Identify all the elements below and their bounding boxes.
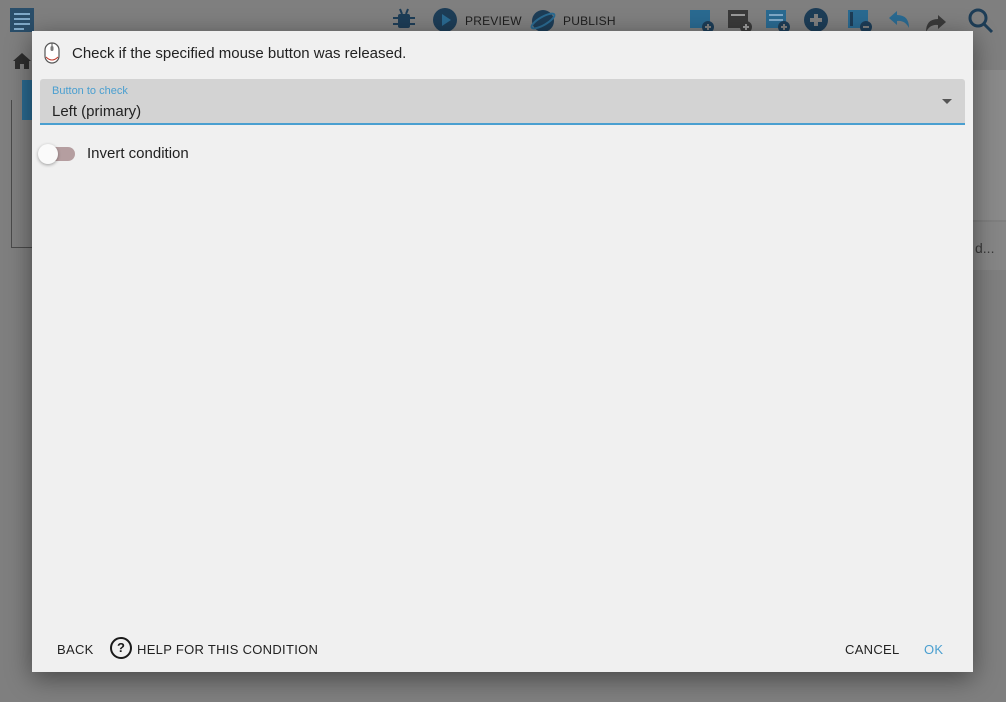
button-to-check-select[interactable]: Button to check Left (primary) (40, 79, 965, 125)
preview-play-icon[interactable] (431, 6, 459, 34)
redo-icon[interactable] (922, 6, 950, 34)
preview-button[interactable]: PREVIEW (465, 14, 522, 28)
toggle-thumb[interactable] (38, 144, 58, 164)
add-event-icon[interactable] (688, 6, 716, 34)
background-tree-line (11, 247, 33, 248)
select-value: Left (primary) (52, 103, 142, 120)
add-subevent-icon[interactable] (802, 6, 830, 34)
dropdown-arrow-icon[interactable] (942, 99, 952, 104)
dialog-title: Check if the specified mouse button was … (72, 45, 407, 62)
events-list-icon[interactable] (8, 6, 36, 34)
ok-button[interactable]: OK (924, 642, 943, 657)
mouse-icon (44, 42, 60, 64)
add-external-event-icon[interactable] (726, 6, 754, 34)
cancel-button[interactable]: CANCEL (845, 642, 900, 657)
add-instruction-icon[interactable] (764, 6, 792, 34)
help-button[interactable]: HELP FOR THIS CONDITION (137, 642, 318, 657)
publish-icon[interactable] (529, 6, 557, 34)
debug-icon[interactable] (390, 6, 418, 34)
select-label: Button to check (52, 85, 128, 97)
condition-dialog: Check if the specified mouse button was … (32, 31, 973, 672)
undo-icon[interactable] (885, 6, 913, 34)
search-icon[interactable] (966, 6, 994, 34)
dialog-header: Check if the specified mouse button was … (32, 31, 973, 77)
background-tree-line (11, 100, 12, 248)
invert-condition-toggle[interactable] (38, 144, 75, 164)
invert-condition-row[interactable]: Invert condition (38, 143, 338, 165)
publish-button[interactable]: PUBLISH (563, 14, 616, 28)
invert-condition-label: Invert condition (87, 145, 189, 162)
home-icon[interactable] (12, 52, 32, 70)
background-panel (973, 70, 1006, 220)
help-icon[interactable]: ? (110, 637, 132, 659)
background-truncated-text: d... (975, 240, 995, 256)
add-comment-icon[interactable] (846, 6, 874, 34)
back-button[interactable]: BACK (57, 642, 94, 657)
